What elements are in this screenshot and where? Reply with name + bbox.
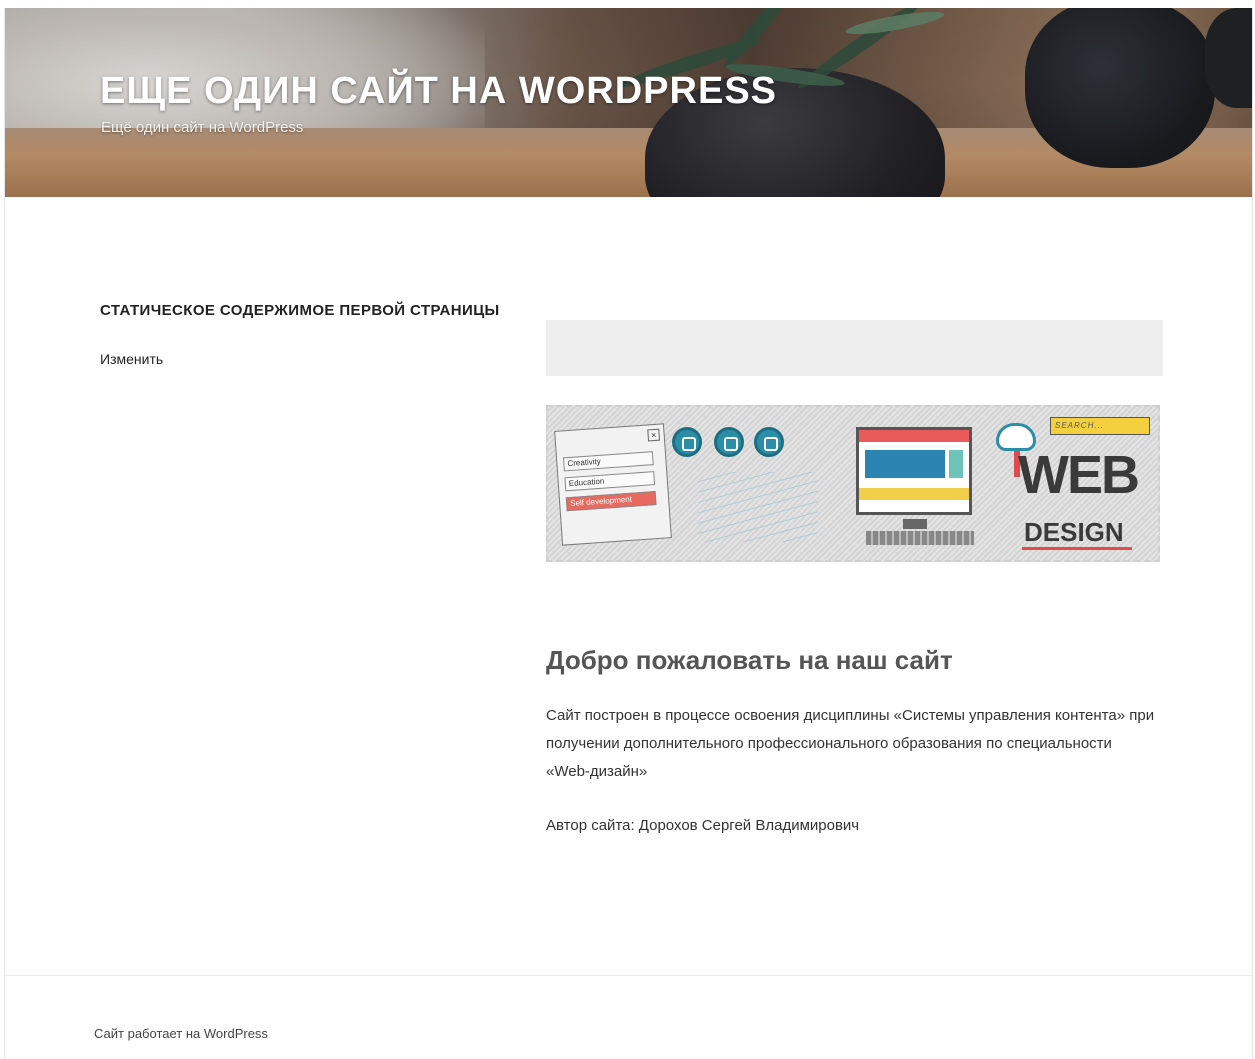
banner-form-row: Creativity [562, 451, 654, 472]
banner-scribble-illustration [698, 472, 818, 542]
chat-icon [754, 427, 784, 457]
welcome-paragraph: Сайт построен в процессе освоения дисцип… [546, 707, 1155, 780]
page-frame: ЕЩЕ ОДИН САЙТ НА WORDPRESS Ещё один сайт… [0, 0, 1255, 1059]
monitor-side-block [949, 450, 963, 478]
monitor-slideshow-block [865, 450, 945, 478]
banner-search-illustration: SEARCH... [1050, 417, 1150, 435]
web-design-banner-image: × Creativity Education Self development … [546, 405, 1160, 562]
edit-link[interactable]: Изменить [100, 351, 163, 367]
content-placeholder-bar [546, 320, 1163, 376]
header-plant-pot-image-right [1025, 8, 1215, 168]
banner-monitor-illustration [856, 427, 972, 515]
banner-form-row: Education [564, 471, 656, 492]
footer-credit-link[interactable]: Сайт работает на WordPress [94, 1026, 268, 1041]
monitor-footer-bar [859, 488, 969, 500]
banner-design-lettering: DESIGN [1024, 517, 1124, 547]
site-header: ЕЩЕ ОДИН САЙТ НА WORDPRESS Ещё один сайт… [5, 8, 1252, 197]
site-description: Ещё один сайт на WordPress [101, 119, 304, 136]
keyboard-illustration [866, 531, 974, 545]
print-icon [672, 427, 702, 457]
banner-form-row: Self development [565, 491, 657, 512]
welcome-heading: Добро пожаловать на наш сайт [546, 645, 953, 675]
author-paragraph: Автор сайта: Дорохов Сергей Владимирович [546, 817, 860, 834]
save-icon [714, 427, 744, 457]
close-icon: × [647, 428, 661, 442]
monitor-stand [903, 519, 927, 529]
banner-web-lettering: WEB [1018, 445, 1140, 505]
footer-divider [6, 975, 1252, 976]
monitor-header-bar [859, 430, 969, 442]
page-title: СТАТИЧЕСКОЕ СОДЕРЖИМОЕ ПЕРВОЙ СТРАНИЦЫ [100, 302, 500, 319]
frame-top-border [0, 0, 1255, 8]
site-title-link[interactable]: ЕЩЕ ОДИН САЙТ НА WORDPRESS [100, 70, 777, 113]
banner-underline [1022, 547, 1132, 550]
banner-form-illustration: × Creativity Education Self development [554, 423, 672, 546]
header-plant-pot-image-far [1205, 8, 1252, 108]
